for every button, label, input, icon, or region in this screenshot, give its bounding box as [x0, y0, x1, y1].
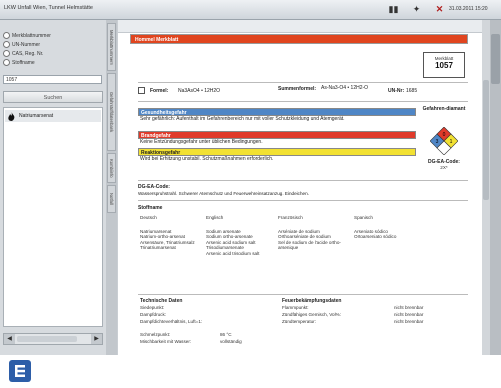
radio-cas[interactable]: CAS, Reg. Nr. — [3, 50, 43, 57]
name-de: Natriumarsenat Natrium-ortho-arsenat Ars… — [140, 229, 195, 251]
name-en: Sodium arsenate Sodium ortho-arsenate Ar… — [206, 229, 260, 256]
radio-stoffname[interactable]: Stoffname — [3, 59, 35, 66]
app-logo-icon[interactable] — [9, 360, 31, 382]
side-tabs: Merkblattnummern Gefahrstoffdatenbank Ko… — [106, 20, 117, 355]
list-item[interactable]: Natriumarsenat — [5, 110, 101, 122]
radio-merkblattnummer[interactable]: Merkblattnummer — [3, 32, 51, 39]
battery-icon[interactable]: ▮▮ — [388, 4, 399, 14]
name-es: Arseniato sódico Ortoarseniato sódico — [354, 229, 397, 240]
reactivity-hazard-bar: Reaktionsgefahr — [138, 148, 416, 156]
diamond-fire-value: 0 — [443, 132, 446, 138]
reactivity-hazard-text: Wird bei Erhitzung unstabil. Schutzmaßna… — [140, 156, 274, 162]
result-label: Natriumarsenat — [19, 113, 54, 119]
radio-circle-icon — [3, 41, 10, 48]
merkblatt-number: 1057 — [435, 61, 453, 70]
scroll-right-icon[interactable]: ▶ — [91, 334, 102, 344]
scroll-thumb[interactable] — [483, 80, 489, 200]
signal-icon[interactable]: ✦ — [411, 4, 422, 14]
radio-circle-icon — [3, 32, 10, 39]
title-bar: LKW Unfall Wien, Tunnel Helmstätte ▮▮ ✦ … — [0, 0, 501, 20]
search-input[interactable]: 1057 — [3, 75, 102, 84]
results-list: Natriumarsenat — [3, 107, 103, 327]
sheet-header: Hommel Merkblatt — [130, 34, 468, 44]
window-title: LKW Unfall Wien, Tunnel Helmstätte — [4, 5, 93, 11]
fire-hazard-text: Keine Entzündungsgefahr unter üblichen B… — [140, 139, 263, 145]
dgea-section: DG-EA-Code: Wasserspruhstrahl. Schwerer … — [138, 180, 468, 196]
formula-row: Formel: Na3AsO4 • 12H2O Summenformel: As… — [138, 82, 468, 102]
search-button[interactable]: Suchen — [3, 91, 103, 103]
scroll-thumb[interactable] — [17, 336, 77, 342]
radio-un-nummer[interactable]: UN-Nummer — [3, 41, 40, 48]
radio-circle-icon — [3, 59, 10, 66]
datetime: 31.03.2011 15:20 — [449, 6, 488, 12]
health-hazard-bar: Gesundheitsgefahr — [138, 108, 416, 116]
diamond-react-value: 1 — [450, 139, 453, 145]
formula-icon — [138, 87, 145, 94]
document-viewer: Hommel Merkblatt Merkblatt 1057 Formel: … — [118, 20, 482, 355]
panel-tab[interactable] — [491, 34, 500, 84]
technical-section: Technische Daten Feuerbekämpfungsdaten S… — [138, 294, 468, 355]
document-toolbar — [118, 20, 482, 33]
fire-hazard-bar: Brandgefahr — [138, 131, 416, 139]
hazard-diamond-icon: 0 3 1 — [430, 127, 458, 155]
app-window: LKW Unfall Wien, Tunnel Helmstätte ▮▮ ✦ … — [0, 0, 501, 355]
name-fr: Arséniate de sodium Orthoarséniate de so… — [278, 229, 341, 251]
horizontal-scrollbar[interactable]: ◀ ▶ — [3, 333, 103, 345]
vertical-scrollbar[interactable] — [482, 20, 490, 355]
flame-icon — [8, 111, 15, 121]
right-panel-strip — [490, 20, 501, 355]
search-panel: Merkblattnummer UN-Nummer CAS, Reg. Nr. … — [0, 20, 106, 355]
health-hazard-text: Sehr gefährlich: Aufenthalt im Gefahrenb… — [140, 116, 345, 122]
scroll-left-icon[interactable]: ◀ — [4, 334, 15, 344]
tab-gefahrstoffdatenbank[interactable]: Gefahrstoffdatenbank — [107, 73, 116, 151]
diamond-health-value: 3 — [436, 139, 439, 145]
radio-circle-icon — [3, 50, 10, 57]
merkblatt-box: Merkblatt 1057 — [423, 52, 465, 78]
data-sheet: Hommel Merkblatt Merkblatt 1057 Formel: … — [130, 34, 470, 355]
diamond-label: Gefahren-diamant — [422, 106, 466, 112]
tab-notfall[interactable]: Notfall — [107, 185, 116, 213]
dg-code-value: 2X* — [440, 165, 448, 170]
tab-merkblattnummern[interactable]: Merkblattnummern — [107, 23, 116, 71]
names-section: Stoffname Deutsch Englisch Französisch S… — [138, 200, 468, 295]
tab-kombiinfo[interactable]: Kombiinfo — [107, 153, 116, 183]
close-icon[interactable]: ✕ — [434, 4, 445, 14]
